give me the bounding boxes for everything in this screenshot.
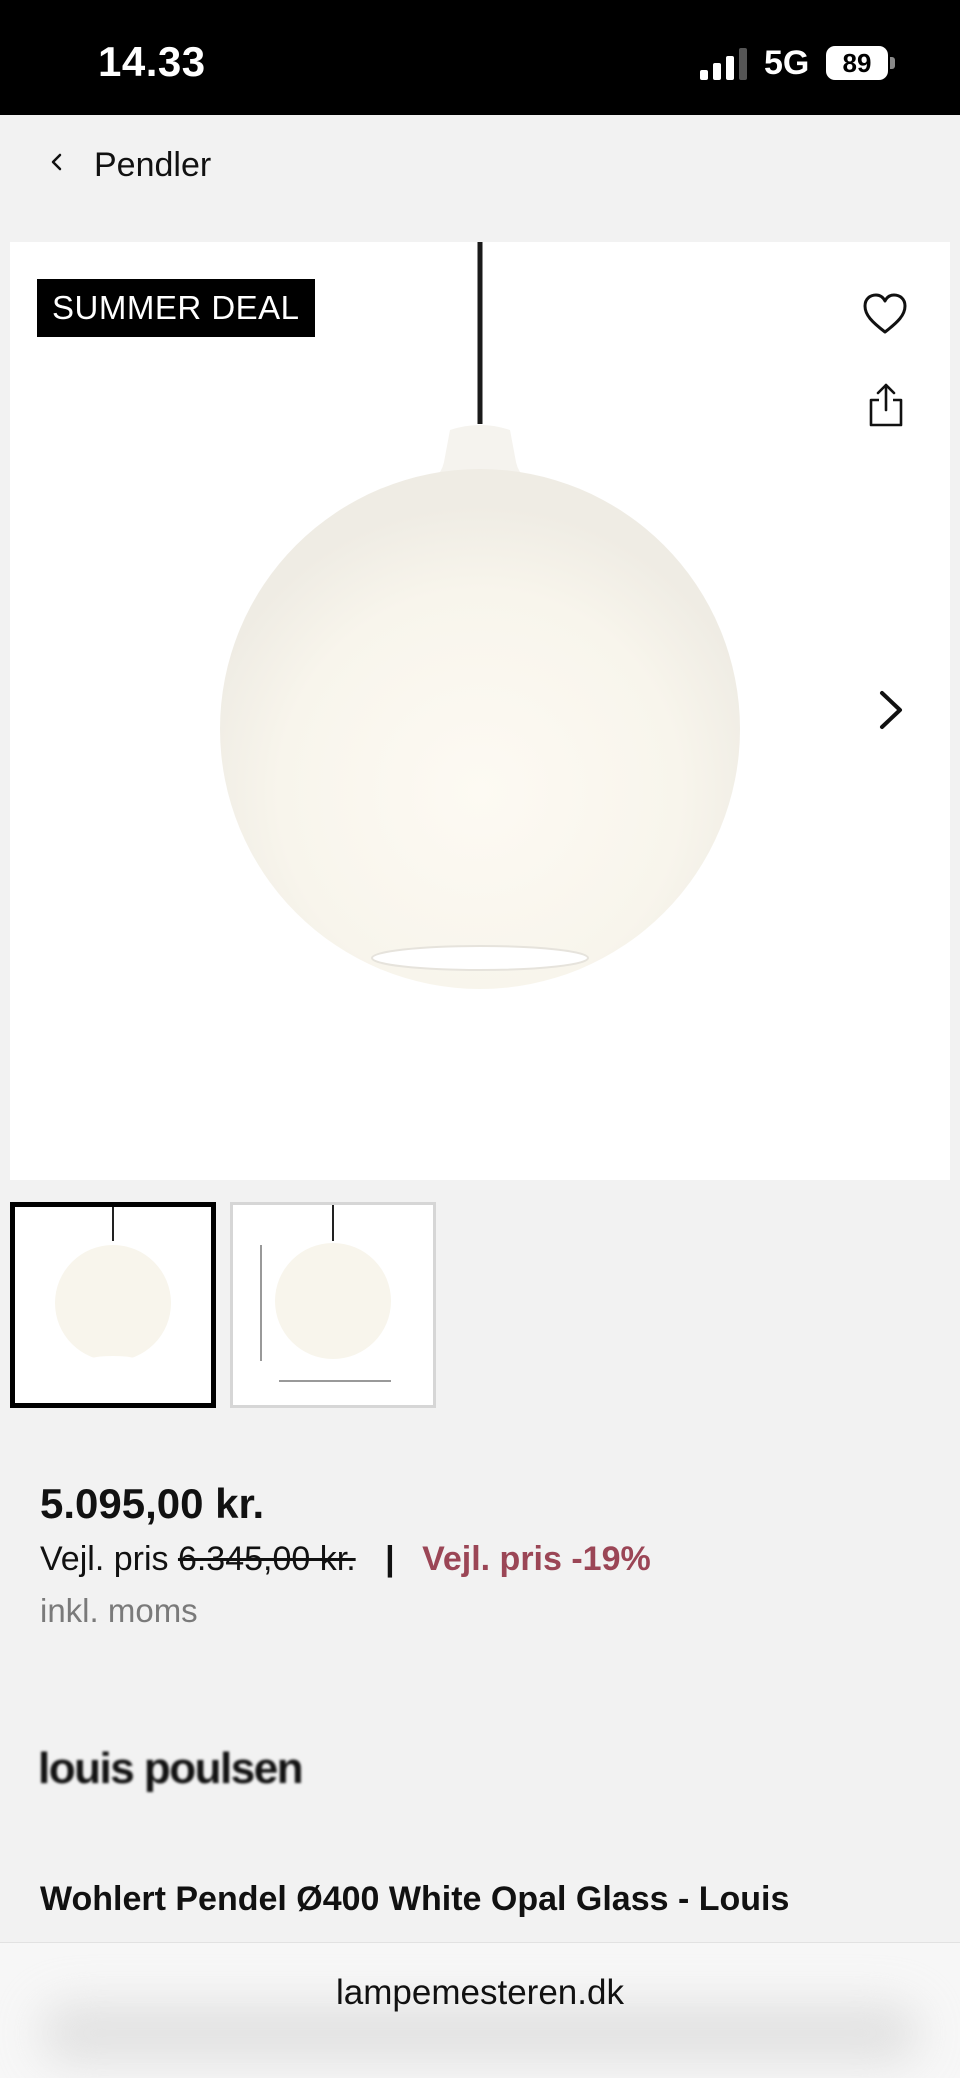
network-label: 5G (764, 44, 810, 82)
battery-icon: 89 (826, 46, 896, 80)
thumbnail-2[interactable] (230, 1202, 436, 1408)
thumbnail-dimension-drawing (260, 1205, 391, 1382)
lamp-image (220, 242, 740, 989)
heart-icon[interactable] (862, 292, 908, 336)
rrp-row: Vejl. pris 6.345,00 kr. | Vejl. pris -19… (40, 1540, 651, 1579)
back-navigation[interactable]: Pendler (0, 115, 960, 215)
summer-deal-badge: SUMMER DEAL (37, 279, 315, 337)
back-label[interactable]: Pendler (94, 146, 211, 185)
brand-logo[interactable]: louis poulsen (38, 1744, 304, 1794)
price-separator: | (385, 1540, 395, 1578)
thumbnail-1[interactable] (10, 1202, 216, 1408)
current-price: 5.095,00 kr. (40, 1480, 265, 1527)
signal-icon (700, 48, 747, 80)
discount-label: Vejl. pris -19% (422, 1540, 651, 1578)
browser-address-bar[interactable]: lampemesteren.dk (0, 1942, 960, 2078)
battery-level: 89 (826, 46, 888, 80)
battery-tip (890, 57, 895, 69)
rrp-old-price: 6.345,00 kr. (177, 1540, 356, 1578)
share-icon[interactable] (868, 382, 904, 428)
rrp-label: Vejl. pris (40, 1540, 169, 1578)
url-text[interactable]: lampemesteren.dk (0, 1973, 960, 2013)
thumbnail-lamp-image (55, 1207, 171, 1362)
product-title: Wohlert Pendel Ø400 White Opal Glass - L… (40, 1880, 790, 1918)
status-time: 14.33 (98, 38, 206, 85)
vat-note: inkl. moms (40, 1592, 198, 1629)
status-bar: 14.33 5G 89 (0, 0, 960, 115)
product-image-main[interactable]: SUMMER DEAL (10, 242, 950, 1180)
chevron-left-icon[interactable] (44, 147, 68, 177)
chevron-right-icon[interactable] (876, 688, 906, 732)
